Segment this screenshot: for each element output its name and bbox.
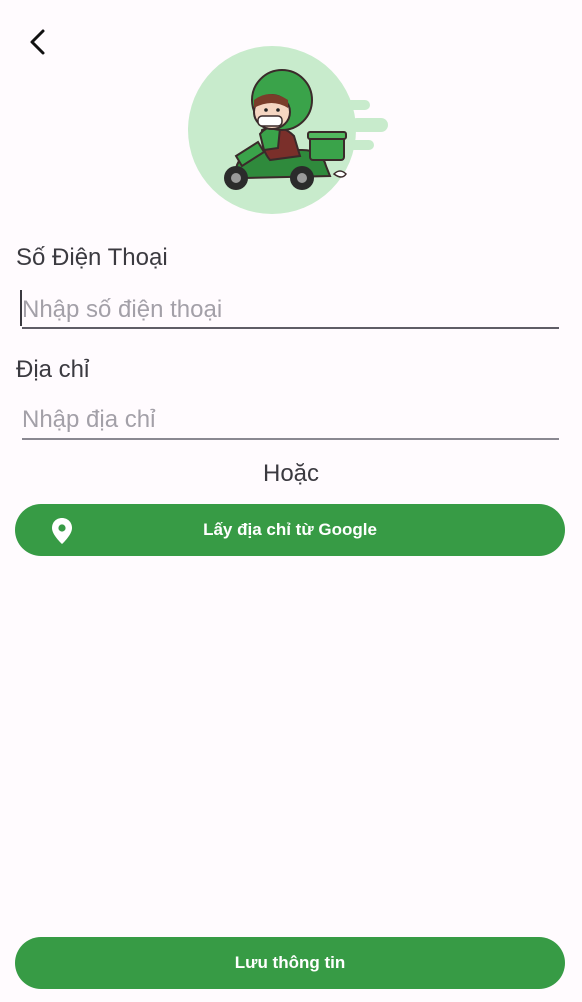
save-info-button[interactable]: Lưu thông tin: [15, 937, 565, 989]
save-info-label: Lưu thông tin: [234, 953, 346, 972]
phone-input-wrap[interactable]: [22, 290, 559, 330]
address-input-wrap[interactable]: [22, 400, 559, 440]
get-google-address-label: Lấy địa chỉ từ Google: [203, 520, 377, 539]
phone-input[interactable]: [22, 290, 559, 330]
address-input-underline: [22, 438, 559, 440]
address-label: Địa chỉ: [16, 356, 90, 383]
address-input[interactable]: [22, 400, 559, 440]
phone-label: Số Điện Thoại: [16, 244, 168, 271]
get-google-address-button[interactable]: Lấy địa chỉ từ Google: [15, 504, 565, 556]
text-caret: [20, 290, 22, 326]
chevron-left-icon: [30, 29, 45, 55]
back-button[interactable]: [18, 22, 58, 62]
phone-input-underline: [22, 327, 559, 329]
delivery-scooter-icon: [188, 46, 388, 214]
or-separator-text: Hoặc: [262, 460, 320, 487]
